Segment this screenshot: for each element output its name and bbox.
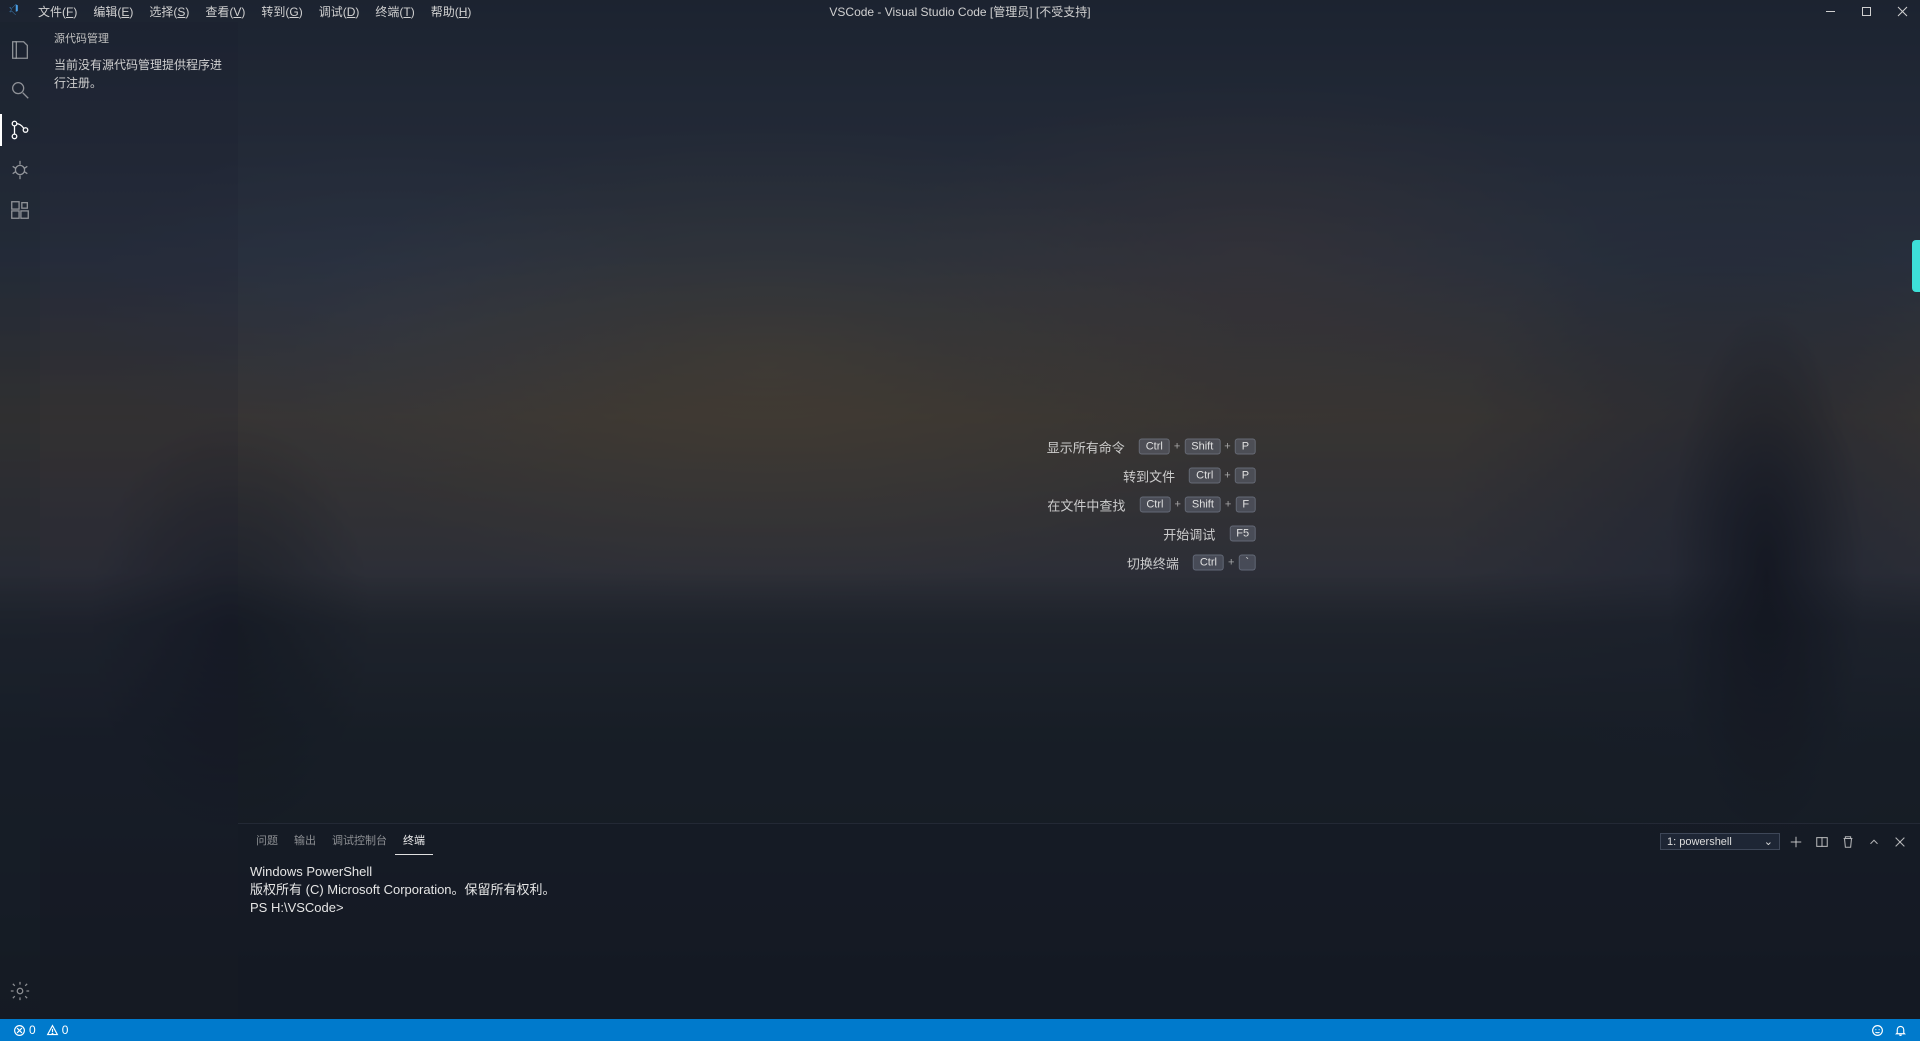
key: Ctrl bbox=[1139, 497, 1170, 513]
panel-tab[interactable]: 问题 bbox=[248, 828, 286, 855]
key: Ctrl bbox=[1193, 555, 1224, 571]
menu-h[interactable]: 帮助(H) bbox=[423, 1, 480, 22]
titlebar: 文件(F)编辑(E)选择(S)查看(V)转到(G)调试(D)终端(T)帮助(H)… bbox=[0, 0, 1920, 22]
editor-area: 显示所有命令 Ctrl + Shift + P 转到文件 Ctrl + P 在文件中查找 Ctrl + S… bbox=[238, 22, 1920, 1019]
hint-keys: F5 bbox=[1229, 526, 1256, 542]
status-bell-icon[interactable] bbox=[1889, 1024, 1912, 1037]
sidebar-message: 当前没有源代码管理提供程序进行注册。 bbox=[54, 56, 224, 92]
close-button[interactable] bbox=[1884, 0, 1920, 22]
key: F bbox=[1235, 497, 1256, 513]
hint-keys: Ctrl + Shift + P bbox=[1139, 439, 1256, 455]
explorer-icon[interactable] bbox=[0, 30, 40, 70]
vscode-logo-icon bbox=[0, 4, 30, 18]
hint-keys: Ctrl + Shift + F bbox=[1139, 497, 1256, 513]
hint-label: 在文件中查找 bbox=[1035, 495, 1125, 514]
status-errors[interactable]: 0 bbox=[8, 1023, 41, 1037]
minimize-button[interactable] bbox=[1812, 0, 1848, 22]
hint-label: 显示所有命令 bbox=[1035, 437, 1125, 456]
hint-label: 开始调试 bbox=[1125, 524, 1215, 543]
menu-f[interactable]: 文件(F) bbox=[30, 1, 85, 22]
debug-icon[interactable] bbox=[0, 150, 40, 190]
hint-row: 在文件中查找 Ctrl + Shift + F bbox=[1035, 495, 1256, 514]
window-controls bbox=[1812, 0, 1920, 22]
search-icon[interactable] bbox=[0, 70, 40, 110]
key: F5 bbox=[1229, 526, 1256, 542]
panel-tab[interactable]: 终端 bbox=[395, 828, 433, 855]
maximize-panel-button[interactable] bbox=[1864, 832, 1884, 852]
menu-g[interactable]: 转到(G) bbox=[253, 1, 310, 22]
hint-keys: Ctrl + P bbox=[1189, 468, 1256, 484]
status-warnings-count: 0 bbox=[62, 1023, 69, 1037]
hint-label: 转到文件 bbox=[1085, 466, 1175, 485]
menu-s[interactable]: 选择(S) bbox=[141, 1, 197, 22]
hint-label: 切换终端 bbox=[1089, 553, 1179, 572]
statusbar: 0 0 bbox=[0, 1019, 1920, 1041]
sidebar-title: 源代码管理 bbox=[54, 30, 224, 46]
terminal-line: PS H:\VSCode> bbox=[250, 899, 1908, 917]
new-terminal-button[interactable] bbox=[1786, 832, 1806, 852]
menu-v[interactable]: 查看(V) bbox=[197, 1, 253, 22]
bottom-panel: 问题输出调试控制台终端 1: powershell ⌄ Windows Powe… bbox=[238, 823, 1920, 1019]
menubar: 文件(F)编辑(E)选择(S)查看(V)转到(G)调试(D)终端(T)帮助(H) bbox=[30, 1, 479, 22]
plus-separator: + bbox=[1174, 499, 1180, 511]
plus-separator: + bbox=[1225, 499, 1231, 511]
plus-separator: + bbox=[1174, 441, 1180, 453]
welcome-hints: 显示所有命令 Ctrl + Shift + P 转到文件 Ctrl + P 在文件中查找 Ctrl + S… bbox=[1035, 437, 1256, 572]
kill-terminal-button[interactable] bbox=[1838, 832, 1858, 852]
source-control-icon[interactable] bbox=[0, 110, 40, 150]
hint-row: 开始调试 F5 bbox=[1035, 524, 1256, 543]
chevron-down-icon: ⌄ bbox=[1764, 835, 1773, 848]
hint-row: 转到文件 Ctrl + P bbox=[1035, 466, 1256, 485]
terminal-line: 版权所有 (C) Microsoft Corporation。保留所有权利。 bbox=[250, 881, 1908, 899]
close-panel-button[interactable] bbox=[1890, 832, 1910, 852]
extensions-icon[interactable] bbox=[0, 190, 40, 230]
plus-separator: + bbox=[1224, 470, 1230, 482]
sidebar: 源代码管理 当前没有源代码管理提供程序进行注册。 bbox=[40, 22, 238, 1019]
window-title: VSCode - Visual Studio Code [管理员] [不受支持] bbox=[829, 3, 1090, 20]
key: Ctrl bbox=[1189, 468, 1220, 484]
menu-d[interactable]: 调试(D) bbox=[311, 1, 368, 22]
side-floating-tab[interactable] bbox=[1912, 240, 1920, 292]
settings-gear-icon[interactable] bbox=[0, 971, 40, 1011]
panel-tab[interactable]: 输出 bbox=[286, 828, 324, 855]
status-warnings[interactable]: 0 bbox=[41, 1023, 74, 1037]
menu-e[interactable]: 编辑(E) bbox=[85, 1, 141, 22]
menu-t[interactable]: 终端(T) bbox=[367, 1, 422, 22]
key: ` bbox=[1238, 555, 1256, 571]
activity-bar bbox=[0, 22, 40, 1019]
hint-row: 显示所有命令 Ctrl + Shift + P bbox=[1035, 437, 1256, 456]
terminal-line: Windows PowerShell bbox=[250, 863, 1908, 881]
plus-separator: + bbox=[1224, 441, 1230, 453]
panel-tabs: 问题输出调试控制台终端 1: powershell ⌄ bbox=[238, 824, 1920, 855]
key: Shift bbox=[1184, 439, 1220, 455]
status-feedback-icon[interactable] bbox=[1866, 1024, 1889, 1037]
terminal-selector[interactable]: 1: powershell ⌄ bbox=[1660, 833, 1780, 850]
panel-tab[interactable]: 调试控制台 bbox=[324, 828, 395, 855]
hint-keys: Ctrl + ` bbox=[1193, 555, 1256, 571]
key: P bbox=[1235, 439, 1256, 455]
key: Shift bbox=[1185, 497, 1221, 513]
key: Ctrl bbox=[1139, 439, 1170, 455]
main-area: 源代码管理 当前没有源代码管理提供程序进行注册。 显示所有命令 Ctrl + Shif… bbox=[0, 22, 1920, 1019]
maximize-button[interactable] bbox=[1848, 0, 1884, 22]
plus-separator: + bbox=[1228, 557, 1234, 569]
key: P bbox=[1235, 468, 1256, 484]
terminal-body[interactable]: Windows PowerShell版权所有 (C) Microsoft Cor… bbox=[238, 855, 1920, 1019]
status-errors-count: 0 bbox=[29, 1023, 36, 1037]
hint-row: 切换终端 Ctrl + ` bbox=[1035, 553, 1256, 572]
split-terminal-button[interactable] bbox=[1812, 832, 1832, 852]
terminal-selector-label: 1: powershell bbox=[1667, 836, 1732, 848]
